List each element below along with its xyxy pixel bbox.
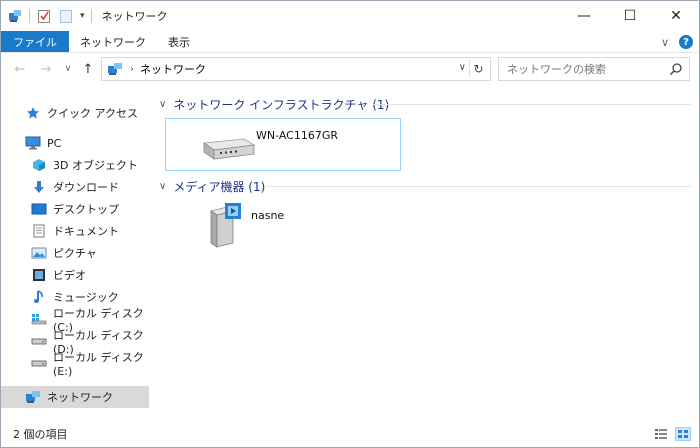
star-icon <box>25 105 41 121</box>
group-title: ネットワーク インフラストラクチャ (1) <box>173 97 390 112</box>
window-controls: — ☐ ✕ <box>561 1 699 31</box>
nav-item-label: ドキュメント <box>53 225 119 238</box>
toolbar-separator <box>90 9 92 23</box>
maximize-button[interactable]: ☐ <box>607 1 653 31</box>
nav-item-pictures[interactable]: ピクチャ <box>1 242 149 264</box>
help-icon[interactable]: ? <box>679 35 693 49</box>
tab-network[interactable]: ネットワーク <box>69 31 157 52</box>
chevron-down-icon[interactable]: ∨ <box>159 181 166 192</box>
group-divider <box>373 104 691 105</box>
nav-item-pc[interactable]: PC <box>1 132 149 154</box>
recent-locations-button[interactable]: ∨ <box>59 59 77 79</box>
status-bar: 2 個の項目 <box>1 421 699 447</box>
group-divider <box>267 186 691 187</box>
chevron-down-icon[interactable]: ∨ <box>159 99 166 110</box>
nav-item-label: PC <box>47 136 62 150</box>
nav-item-label: ビデオ <box>53 269 86 282</box>
group-header-infrastructure[interactable]: ∨ ネットワーク インフラストラクチャ (1) <box>159 95 389 113</box>
explorer-window: ▾ ネットワーク — ☐ ✕ ファイル ネットワーク 表示 ∨ ? ← → ∨ … <box>0 0 700 448</box>
item-count: 2 個の項目 <box>13 428 68 441</box>
download-icon <box>31 179 47 195</box>
forward-button[interactable]: → <box>37 59 55 79</box>
new-folder-icon[interactable] <box>58 8 74 24</box>
network-location-icon <box>108 63 122 75</box>
breadcrumb-network[interactable]: ネットワーク <box>140 61 206 77</box>
group-header-media-devices[interactable]: ∨ メディア機器 (1) <box>159 177 265 195</box>
address-row: ← → ∨ ↑ › ネットワーク ∨ ↻ ネットワークの検索 <box>1 57 699 81</box>
properties-icon[interactable] <box>36 8 52 24</box>
refresh-button[interactable]: ↻ <box>469 60 487 78</box>
drive-icon <box>31 333 47 349</box>
content-pane: ∨ ネットワーク インフラストラクチャ (1) WN-AC1167GR ∨ メデ… <box>151 87 699 419</box>
address-dropdown-icon[interactable]: ∨ <box>459 62 466 73</box>
tab-file[interactable]: ファイル <box>1 31 69 52</box>
nav-item-label: ダウンロード <box>53 181 119 194</box>
nav-item-documents[interactable]: ドキュメント <box>1 220 149 242</box>
nav-item-downloads[interactable]: ダウンロード <box>1 176 149 198</box>
nav-item-label: ピクチャ <box>53 247 97 260</box>
network-app-icon <box>9 10 21 22</box>
item-label: nasne <box>251 209 285 222</box>
nav-item-label: ローカル ディスク (E:) <box>53 350 144 378</box>
search-placeholder: ネットワークの検索 <box>507 63 606 76</box>
document-icon <box>31 223 47 239</box>
list-item-media-server[interactable]: nasne <box>165 199 401 253</box>
large-icons-view-icon[interactable] <box>675 427 691 441</box>
customize-qat-chevron-icon[interactable]: ▾ <box>80 11 85 21</box>
router-icon <box>202 138 256 160</box>
desktop-icon <box>31 201 47 217</box>
details-view-icon[interactable] <box>653 427 669 441</box>
item-label: WN-AC1167GR <box>256 129 339 142</box>
search-input[interactable]: ネットワークの検索 <box>498 57 690 81</box>
music-icon <box>31 289 47 305</box>
breadcrumb-separator[interactable]: › <box>130 64 134 75</box>
address-bar[interactable]: › ネットワーク ∨ ↻ <box>101 57 491 81</box>
nav-item-label: ネットワーク <box>47 391 113 404</box>
nav-item-label: デスクトップ <box>53 203 119 216</box>
nav-item-label: ミュージック <box>53 291 119 304</box>
nav-item-drive-e[interactable]: ローカル ディスク (E:) <box>1 351 149 378</box>
3d-objects-icon <box>31 157 47 173</box>
media-server-icon <box>210 203 241 248</box>
video-icon <box>31 267 47 283</box>
drive-c-icon <box>31 311 47 327</box>
close-button[interactable]: ✕ <box>653 1 699 31</box>
pc-icon <box>25 135 41 151</box>
tab-view[interactable]: 表示 <box>157 31 201 52</box>
nav-item-3d-objects[interactable]: 3D オブジェクト <box>1 154 149 176</box>
nav-item-label: 3D オブジェクト <box>53 159 138 172</box>
group-title: メディア機器 (1) <box>173 179 266 194</box>
up-button[interactable]: ↑ <box>79 59 97 79</box>
drive-icon <box>31 355 47 371</box>
nav-item-videos[interactable]: ビデオ <box>1 264 149 286</box>
nav-item-network[interactable]: ネットワーク <box>1 386 149 408</box>
nav-item-quick-access[interactable]: クイック アクセス <box>1 102 149 124</box>
view-switcher <box>647 427 691 441</box>
ribbon-right-controls: ∨ ? <box>661 33 693 51</box>
ribbon-tabs: ファイル ネットワーク 表示 ∨ ? <box>1 31 699 53</box>
quick-access-toolbar: ▾ <box>7 8 98 24</box>
back-button[interactable]: ← <box>11 59 29 79</box>
network-icon <box>25 389 41 405</box>
pictures-icon <box>31 245 47 261</box>
nav-item-desktop[interactable]: デスクトップ <box>1 198 149 220</box>
expand-ribbon-icon[interactable]: ∨ <box>661 36 669 49</box>
minimize-button[interactable]: — <box>561 1 607 31</box>
nav-item-label: クイック アクセス <box>47 107 138 120</box>
toolbar-separator <box>29 9 30 23</box>
title-bar: ▾ ネットワーク — ☐ ✕ <box>1 1 699 31</box>
search-icon[interactable] <box>669 62 683 76</box>
navigation-pane: クイック アクセス PC 3D オブジェクト ダウンロード デスクトップ ドキュ… <box>1 93 151 419</box>
list-item-router[interactable]: WN-AC1167GR <box>165 118 401 171</box>
window-title: ネットワーク <box>101 10 168 23</box>
